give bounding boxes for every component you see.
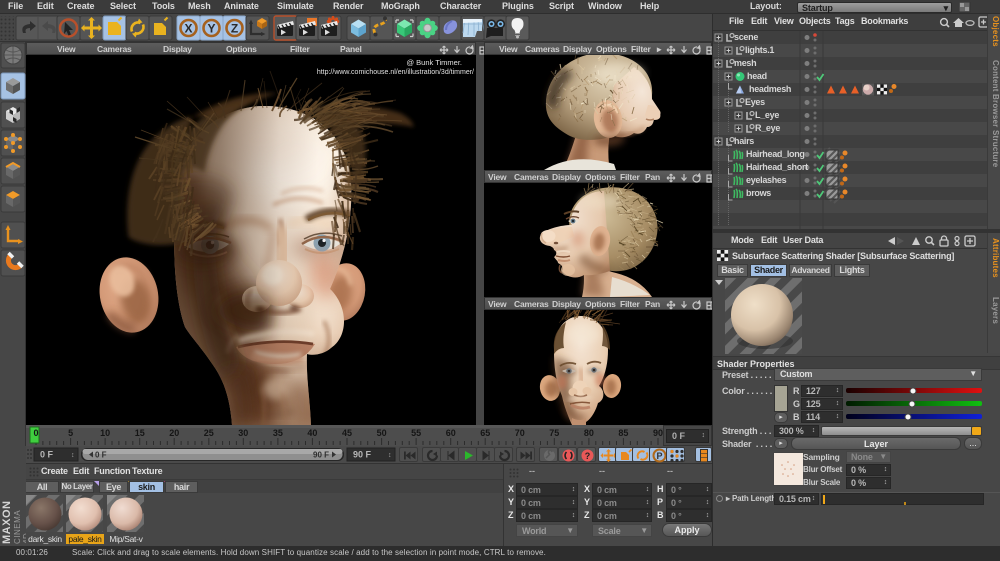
svg-text:?: ? (585, 451, 591, 461)
svg-text:5: 5 (68, 428, 73, 438)
svg-text:85: 85 (618, 428, 628, 438)
svg-text:0 F: 0 F (40, 450, 54, 460)
svg-text:50: 50 (377, 428, 387, 438)
svg-text:30: 30 (238, 428, 248, 438)
svg-text:35: 35 (273, 428, 283, 438)
svg-text:20: 20 (169, 428, 179, 438)
svg-text:Z: Z (231, 22, 238, 36)
svg-text:80: 80 (584, 428, 594, 438)
svg-text:60: 60 (446, 428, 456, 438)
svg-text:0 F: 0 F (95, 451, 107, 460)
svg-text:90 F: 90 F (353, 450, 372, 460)
svg-text:25: 25 (204, 428, 214, 438)
svg-text:http://www.comichouse.nl/en/il: http://www.comichouse.nl/en/illustration… (317, 69, 474, 76)
svg-text:X: X (184, 22, 192, 36)
svg-text:40: 40 (307, 428, 317, 438)
svg-text:90: 90 (653, 428, 663, 438)
svg-text:P: P (656, 451, 662, 461)
svg-text:70: 70 (515, 428, 525, 438)
svg-text:45: 45 (342, 428, 352, 438)
svg-text:90 F: 90 F (313, 451, 329, 460)
svg-text:10: 10 (100, 428, 110, 438)
svg-text:↕: ↕ (388, 452, 392, 459)
svg-text:55: 55 (411, 428, 421, 438)
svg-text:Y: Y (207, 22, 215, 36)
svg-text:@ Bunk Timmer.: @ Bunk Timmer. (406, 58, 462, 67)
svg-text:15: 15 (135, 428, 145, 438)
svg-text:↕: ↕ (71, 452, 75, 459)
svg-text:0: 0 (33, 428, 38, 438)
svg-text:65: 65 (480, 428, 490, 438)
svg-text:75: 75 (549, 428, 559, 438)
